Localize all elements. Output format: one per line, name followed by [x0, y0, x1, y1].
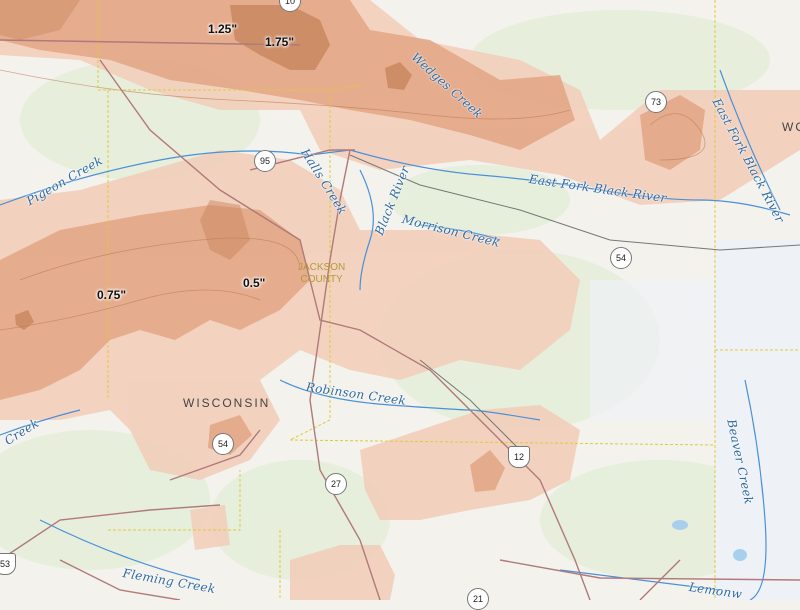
precipitation-map[interactable]: 1.25" 1.75" 0.75" 0.5" JACKSON COUNTY WI… — [0, 0, 800, 610]
route-shield-95: 95 — [254, 150, 276, 172]
lake — [733, 549, 747, 561]
route-shield-73: 73 — [645, 91, 667, 113]
route-shield-21: 21 — [467, 588, 489, 610]
map-canvas — [0, 0, 800, 600]
marsh-area — [715, 240, 800, 600]
route-shield-54-west: 54 — [212, 433, 234, 455]
lake — [672, 520, 688, 530]
us-route-shield-12: 12 — [508, 446, 530, 468]
route-shield-27: 27 — [325, 473, 347, 495]
route-shield-54: 54 — [610, 247, 632, 269]
